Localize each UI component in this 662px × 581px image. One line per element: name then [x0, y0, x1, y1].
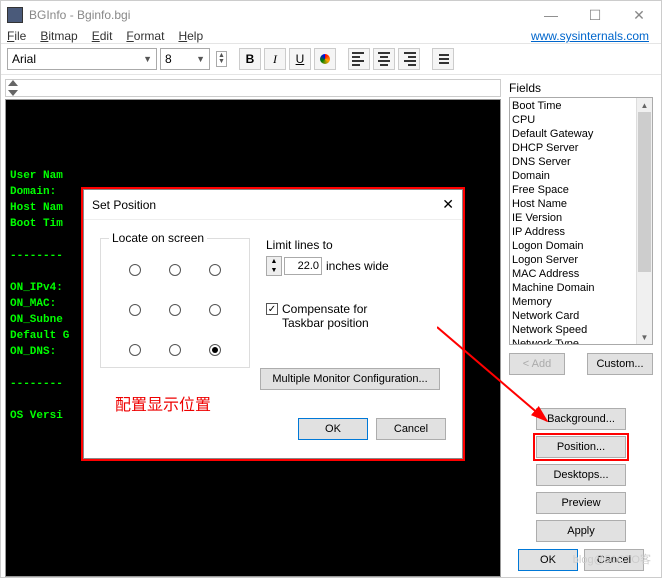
field-item[interactable]: Logon Server — [512, 253, 634, 267]
field-item[interactable]: Machine Domain — [512, 281, 634, 295]
bullets-button[interactable] — [432, 48, 454, 70]
field-item[interactable]: Free Space — [512, 183, 634, 197]
compensate-label: Compensate for Taskbar position — [282, 302, 369, 330]
position-radio-2[interactable] — [209, 264, 221, 276]
limit-label: Limit lines to — [266, 238, 446, 252]
position-radio-4[interactable] — [169, 304, 181, 316]
size-combo[interactable]: 8 ▼ — [160, 48, 210, 70]
limit-stepper[interactable]: ▲▼ — [266, 256, 282, 276]
field-item[interactable]: IP Address — [512, 225, 634, 239]
field-item[interactable]: Default Gateway — [512, 127, 634, 141]
multi-monitor-button[interactable]: Multiple Monitor Configuration... — [260, 368, 440, 390]
ruler[interactable] — [5, 79, 501, 97]
minimize-button[interactable]: — — [529, 1, 573, 29]
align-left-button[interactable] — [348, 48, 370, 70]
field-item[interactable]: Domain — [512, 169, 634, 183]
field-item[interactable]: MAC Address — [512, 267, 634, 281]
menu-format[interactable]: Format — [126, 29, 164, 43]
scrollbar[interactable]: ▲ ▼ — [636, 98, 652, 344]
field-item[interactable]: Boot Time — [512, 99, 634, 113]
menu-bitmap[interactable]: Bitmap — [40, 29, 77, 43]
bold-button[interactable]: B — [239, 48, 261, 70]
field-item[interactable]: Network Card — [512, 309, 634, 323]
fields-label: Fields — [509, 81, 653, 95]
limit-input[interactable] — [284, 257, 322, 275]
field-item[interactable]: Network Speed — [512, 323, 634, 337]
position-radio-0[interactable] — [129, 264, 141, 276]
position-radio-6[interactable] — [129, 344, 141, 356]
scroll-thumb[interactable] — [638, 112, 651, 272]
field-item[interactable]: Memory — [512, 295, 634, 309]
app-icon — [7, 7, 23, 23]
align-right-button[interactable] — [398, 48, 420, 70]
underline-button[interactable]: U — [289, 48, 311, 70]
apply-button[interactable]: Apply — [536, 520, 626, 542]
dialog-ok-button[interactable]: OK — [298, 418, 368, 440]
position-radio-3[interactable] — [129, 304, 141, 316]
close-button[interactable]: ✕ — [617, 1, 661, 29]
limit-unit: inches wide — [326, 259, 389, 273]
field-item[interactable]: Host Name — [512, 197, 634, 211]
dialog-title: Set Position — [92, 198, 156, 212]
field-item[interactable]: DNS Server — [512, 155, 634, 169]
dialog-cancel-button[interactable]: Cancel — [376, 418, 446, 440]
font-combo[interactable]: Arial ▼ — [7, 48, 157, 70]
chevron-down-icon: ▼ — [143, 54, 152, 64]
compensate-checkbox[interactable]: ✓ — [266, 303, 278, 315]
fields-listbox[interactable]: Boot TimeCPUDefault GatewayDHCP ServerDN… — [509, 97, 653, 345]
position-radio-7[interactable] — [169, 344, 181, 356]
preview-button[interactable]: Preview — [536, 492, 626, 514]
size-stepper[interactable]: ▲▼ — [216, 51, 227, 67]
watermark: blog@51CTO客 — [573, 551, 651, 567]
position-radio-1[interactable] — [169, 264, 181, 276]
field-item[interactable]: Network Type — [512, 337, 634, 344]
italic-button[interactable]: I — [264, 48, 286, 70]
window-title: BGInfo - Bginfo.bgi — [29, 8, 529, 22]
field-item[interactable]: DHCP Server — [512, 141, 634, 155]
ok-button[interactable]: OK — [518, 549, 578, 571]
position-radio-8[interactable] — [209, 344, 221, 356]
scroll-up-icon[interactable]: ▲ — [637, 98, 652, 112]
desktops-button[interactable]: Desktops... — [536, 464, 626, 486]
position-radio-5[interactable] — [209, 304, 221, 316]
maximize-button[interactable]: ☐ — [573, 1, 617, 29]
field-item[interactable]: IE Version — [512, 211, 634, 225]
custom-button[interactable]: Custom... — [587, 353, 653, 375]
dialog-close-icon[interactable]: ✕ — [442, 196, 454, 213]
font-value: Arial — [12, 52, 36, 66]
background-button[interactable]: Background... — [536, 408, 626, 430]
size-value: 8 — [165, 52, 172, 66]
add-button[interactable]: < Add — [509, 353, 565, 375]
position-button[interactable]: Position... — [536, 436, 626, 458]
color-button[interactable] — [314, 48, 336, 70]
menu-edit[interactable]: Edit — [92, 29, 113, 43]
sysinternals-link[interactable]: www.sysinternals.com — [531, 29, 649, 43]
menu-file[interactable]: File — [7, 29, 26, 43]
chevron-down-icon: ▼ — [196, 54, 205, 64]
align-center-button[interactable] — [373, 48, 395, 70]
scroll-down-icon[interactable]: ▼ — [637, 330, 652, 344]
annotation-text: 配置显示位置 — [115, 391, 211, 415]
locate-label: Locate on screen — [109, 231, 207, 245]
menu-help[interactable]: Help — [178, 29, 203, 43]
set-position-dialog: Set Position ✕ Locate on screen Limit li… — [83, 189, 463, 459]
field-item[interactable]: CPU — [512, 113, 634, 127]
field-item[interactable]: Logon Domain — [512, 239, 634, 253]
